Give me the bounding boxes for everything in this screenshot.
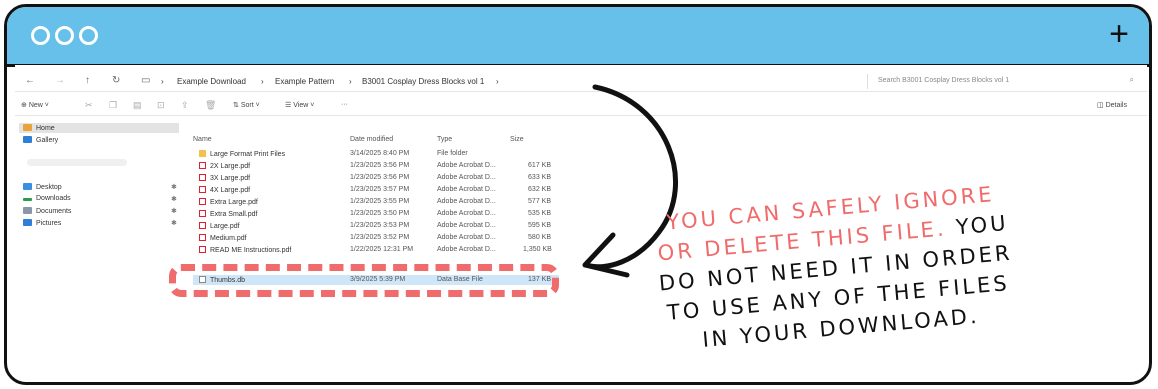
- callout-text: YOU CAN SAFELY IGNORE OR DELETE THIS FIL…: [620, 175, 1054, 382]
- browser-frame: + ← → ↑ ↻ ▭ › Example Download › Example…: [4, 4, 1152, 385]
- callout-black-line: YOU: [954, 210, 1010, 240]
